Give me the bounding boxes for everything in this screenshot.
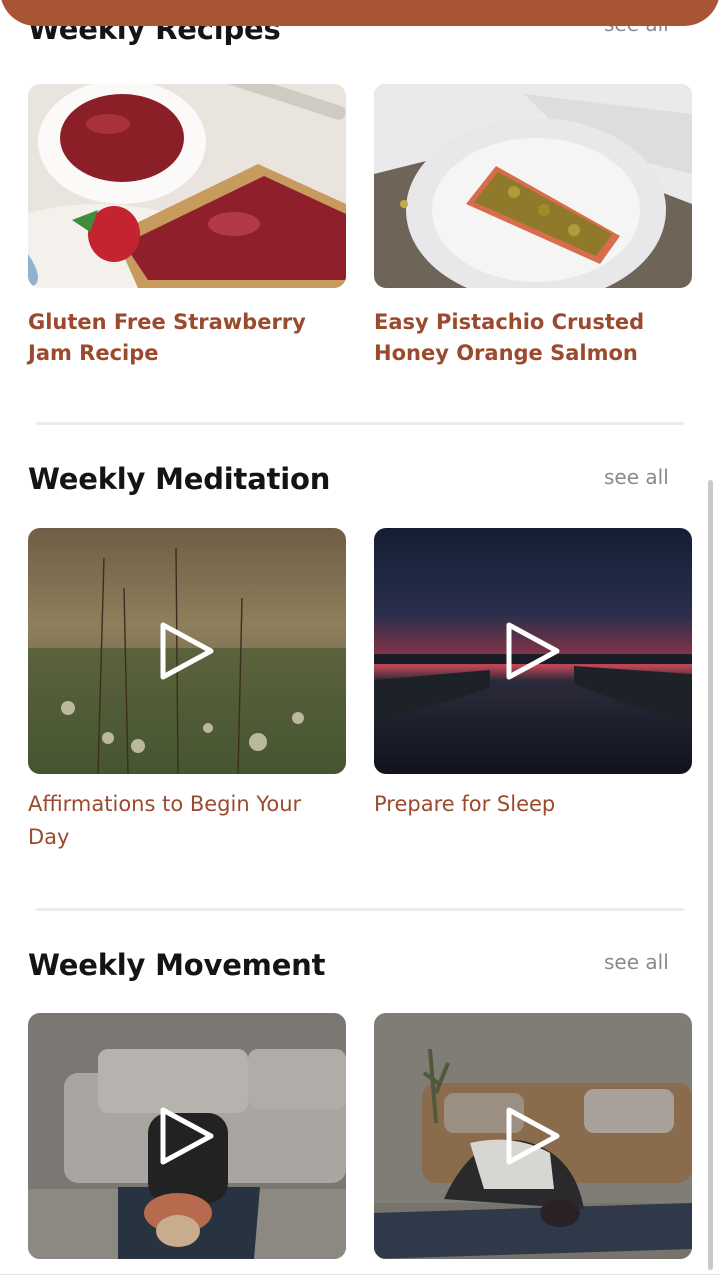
movement-card-2[interactable] bbox=[374, 1013, 692, 1259]
section-divider bbox=[36, 908, 684, 911]
bottom-divider bbox=[0, 1274, 720, 1275]
recipe-card-strawberry-jam[interactable] bbox=[28, 84, 346, 288]
movement-card-1[interactable] bbox=[28, 1013, 346, 1259]
meditation-card-sleep[interactable] bbox=[374, 528, 692, 774]
pistachio-salmon-image bbox=[374, 84, 692, 288]
recipe-card-title[interactable]: Gluten Free Strawberry Jam Recipe bbox=[28, 307, 346, 369]
section-divider bbox=[36, 422, 684, 425]
scrollbar[interactable] bbox=[708, 480, 713, 1270]
recipe-card-salmon[interactable] bbox=[374, 84, 692, 288]
meditation-section-title: Weekly Meditation bbox=[28, 462, 331, 496]
play-icon[interactable] bbox=[503, 621, 563, 681]
movement-section-title: Weekly Movement bbox=[28, 948, 326, 982]
movement-see-all-link[interactable]: see all bbox=[604, 950, 669, 974]
play-icon[interactable] bbox=[157, 621, 217, 681]
recipe-card-title[interactable]: Easy Pistachio Crusted Honey Orange Salm… bbox=[374, 307, 692, 369]
top-app-bar bbox=[0, 0, 720, 26]
meditation-card-title[interactable]: Affirmations to Begin Your Day bbox=[28, 788, 346, 854]
play-icon[interactable] bbox=[503, 1106, 563, 1166]
meditation-card-title[interactable]: Prepare for Sleep bbox=[374, 788, 692, 821]
meditation-see-all-link[interactable]: see all bbox=[604, 465, 669, 489]
play-icon[interactable] bbox=[157, 1106, 217, 1166]
strawberry-jam-image bbox=[28, 84, 346, 288]
meditation-card-affirmations[interactable] bbox=[28, 528, 346, 774]
